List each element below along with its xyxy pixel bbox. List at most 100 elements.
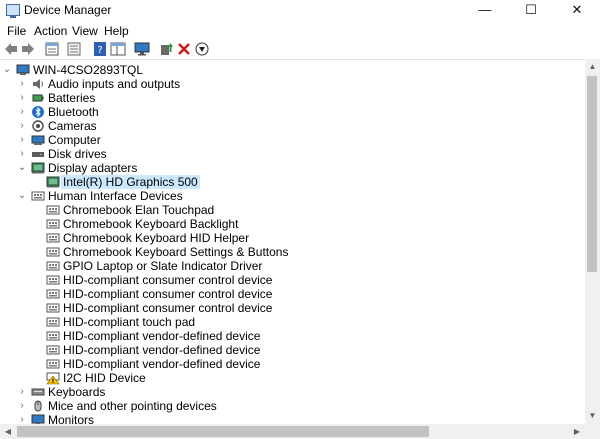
tree-item-label: Monitors	[48, 413, 95, 424]
camera-icon	[32, 120, 44, 132]
tree-device[interactable]: HID-compliant vendor-defined device	[0, 329, 585, 343]
tree-category[interactable]: › Audio inputs and outputs	[0, 77, 585, 91]
hid-icon	[46, 359, 60, 369]
chevron-right-icon[interactable]: ›	[17, 91, 27, 105]
scroll-down-icon[interactable]: ▼	[585, 411, 600, 420]
tree-device[interactable]: HID-compliant touch pad	[0, 315, 585, 329]
close-button[interactable]: ✕	[554, 0, 600, 20]
tree-item-label: HID-compliant vendor-defined device	[63, 357, 261, 371]
tree-item-label: Audio inputs and outputs	[48, 77, 181, 91]
speaker-icon	[33, 79, 43, 89]
tree-item-label: Mice and other pointing devices	[48, 399, 217, 413]
tree-item-label: Keyboards	[48, 385, 106, 399]
chevron-right-icon[interactable]: ›	[17, 413, 27, 424]
chevron-down-icon[interactable]: ⌄	[2, 63, 12, 77]
tree-item-label: Intel(R) HD Graphics 500	[61, 175, 200, 189]
chevron-down-icon[interactable]: ⌄	[17, 189, 27, 203]
tree-item-label: WIN-4CSO2893TQL	[33, 63, 144, 77]
menu-action[interactable]: Action	[34, 24, 67, 38]
hid-icon	[46, 317, 60, 327]
tree-item-label: Batteries	[48, 91, 96, 105]
show-hidden-icon[interactable]	[66, 41, 82, 57]
bluetooth-icon	[32, 106, 44, 118]
tree-device[interactable]: Chromebook Keyboard Settings & Buttons	[0, 245, 585, 259]
hid-warning-icon	[46, 372, 60, 385]
tree-category[interactable]: › Batteries	[0, 91, 585, 105]
tree-device[interactable]: HID-compliant consumer control device	[0, 287, 585, 301]
chevron-right-icon[interactable]: ›	[17, 105, 27, 119]
vertical-scroll-thumb[interactable]	[587, 76, 597, 272]
tree-device[interactable]: HID-compliant consumer control device	[0, 301, 585, 315]
hid-icon	[46, 345, 60, 355]
tree-device[interactable]: HID-compliant vendor-defined device	[0, 343, 585, 357]
hid-icon	[46, 247, 60, 257]
hid-icon	[46, 205, 60, 215]
properties-sheet-icon[interactable]	[44, 41, 60, 57]
tree-item-label: HID-compliant consumer control device	[63, 273, 273, 287]
tree-category[interactable]: › Computer	[0, 133, 585, 147]
scroll-up-icon[interactable]: ▲	[585, 62, 600, 71]
display-adapter-icon	[31, 162, 45, 174]
tree-device[interactable]: GPIO Laptop or Slate Indicator Driver	[0, 259, 585, 273]
display-adapter-icon	[46, 176, 60, 188]
monitor-scan-icon[interactable]	[134, 41, 150, 57]
menu-help[interactable]: Help	[104, 24, 129, 38]
tree-root[interactable]: ⌄ WIN-4CSO2893TQL	[0, 63, 585, 77]
device-tree[interactable]: ⌄ WIN-4CSO2893TQL › Audio inputs and output…	[0, 62, 585, 424]
help-icon[interactable]: ?	[92, 41, 108, 57]
hid-icon	[46, 233, 60, 243]
uninstall-icon[interactable]	[176, 41, 192, 57]
chevron-right-icon[interactable]: ›	[17, 147, 27, 161]
tree-category[interactable]: › Monitors	[0, 413, 585, 424]
hid-icon	[46, 275, 60, 285]
chevron-right-icon[interactable]: ›	[17, 119, 27, 133]
title-bar: Device Manager — ☐ ✕	[0, 0, 600, 20]
window-title: Device Manager	[24, 3, 112, 17]
tree-device[interactable]: HID-compliant consumer control device	[0, 273, 585, 287]
device-manager-icon	[6, 4, 20, 18]
hid-icon	[31, 191, 45, 201]
tree-device[interactable]: HID-compliant vendor-defined device	[0, 357, 585, 371]
back-icon[interactable]	[3, 41, 19, 57]
tree-category[interactable]: › Keyboards	[0, 385, 585, 399]
tree-item-label: HID-compliant touch pad	[63, 315, 196, 329]
chevron-right-icon[interactable]: ›	[17, 77, 27, 91]
chevron-down-icon[interactable]: ⌄	[17, 161, 27, 175]
update-driver-icon[interactable]	[158, 41, 174, 57]
tree-category[interactable]: › Bluetooth	[0, 105, 585, 119]
tree-category[interactable]: › Cameras	[0, 119, 585, 133]
scan-hardware-icon[interactable]	[194, 41, 210, 57]
tree-item-label: Human Interface Devices	[48, 189, 183, 203]
chevron-right-icon[interactable]: ›	[17, 133, 27, 147]
tree-device[interactable]: Chromebook Keyboard Backlight	[0, 217, 585, 231]
tree-item-label: I2C HID Device	[63, 371, 146, 385]
hid-icon	[46, 289, 60, 299]
disk-drive-icon	[32, 152, 44, 157]
menu-file[interactable]: File	[7, 24, 26, 38]
scroll-right-icon[interactable]: ▶	[571, 427, 583, 436]
details-pane-icon[interactable]	[110, 41, 126, 57]
tree-category[interactable]: ⌄ Display adapters	[0, 161, 585, 175]
horizontal-scroll-thumb[interactable]	[17, 426, 429, 437]
tree-category[interactable]: › Disk drives	[0, 147, 585, 161]
maximize-button[interactable]: ☐	[508, 0, 554, 20]
scroll-left-icon[interactable]: ◀	[2, 427, 14, 436]
chevron-right-icon[interactable]: ›	[17, 385, 27, 399]
tree-item-label: Chromebook Keyboard Backlight	[63, 217, 239, 231]
minimize-button[interactable]: —	[462, 0, 508, 20]
chevron-right-icon[interactable]: ›	[17, 399, 27, 413]
tree-device[interactable]: Chromebook Keyboard HID Helper	[0, 231, 585, 245]
tree-device[interactable]: Chromebook Elan Touchpad	[0, 203, 585, 217]
hid-icon	[46, 303, 60, 313]
forward-icon[interactable]	[20, 41, 36, 57]
menu-bar: File Action View Help	[0, 21, 600, 39]
tree-category[interactable]: › Mice and other pointing devices	[0, 399, 585, 413]
tree-item-label: Display adapters	[48, 161, 138, 175]
tree-device[interactable]: Intel(R) HD Graphics 500	[0, 175, 585, 189]
tree-category[interactable]: ⌄ Human Interface Devices	[0, 189, 585, 203]
computer-root-icon	[16, 64, 30, 75]
tree-item-label: HID-compliant vendor-defined device	[63, 343, 261, 357]
tree-item-label: Computer	[48, 133, 101, 147]
menu-view[interactable]: View	[72, 24, 98, 38]
tree-device[interactable]: I2C HID Device	[0, 371, 585, 385]
